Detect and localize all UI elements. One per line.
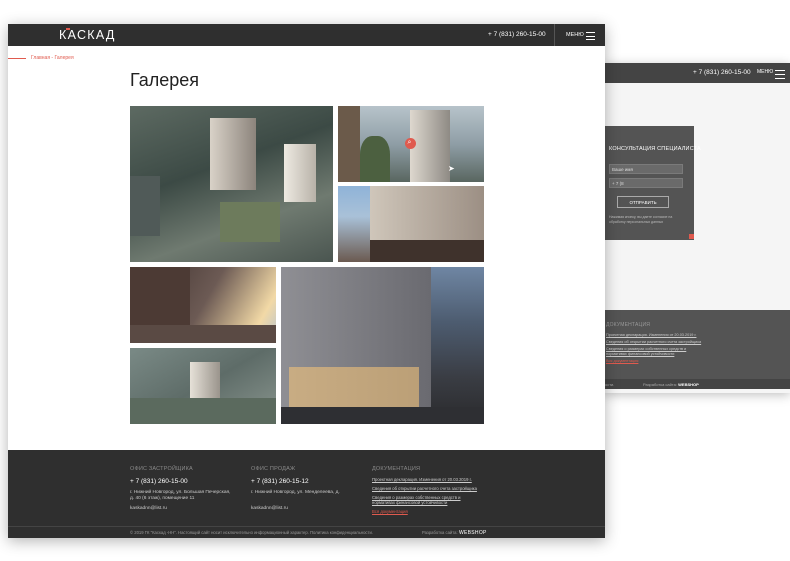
search-icon: ⌕ bbox=[407, 139, 412, 146]
background-page-mock: + 7 (831) 260-15-00 МЕНЮ КОНСУЛЬТАЦИЯ СП… bbox=[603, 63, 790, 393]
footer-docs-title: ДОКУМЕНТАЦИЯ bbox=[372, 466, 421, 472]
gallery-photo-aerial[interactable] bbox=[130, 106, 333, 262]
street-shape bbox=[281, 407, 484, 424]
gallery-photo-district[interactable] bbox=[130, 348, 276, 424]
footer-office-dev-email[interactable]: kaskadnn@list.ru bbox=[130, 506, 167, 511]
footer-office-sales-phone[interactable]: + 7 (831) 260-15-12 bbox=[251, 478, 309, 485]
footer-office-dev-title: ОФИС ЗАСТРОЙЩИКА bbox=[130, 466, 193, 472]
back-doc-link[interactable]: Сведения о размерах собственных средств … bbox=[606, 347, 686, 351]
building-shape bbox=[338, 106, 360, 182]
page-title: Галерея bbox=[130, 70, 200, 90]
phone-input[interactable]: + 7 (8 bbox=[609, 178, 683, 188]
header-divider bbox=[554, 24, 555, 46]
burger-icon[interactable] bbox=[586, 32, 595, 40]
back-all-docs-link[interactable]: Вся документация bbox=[606, 359, 638, 363]
back-menu-label[interactable]: МЕНЮ bbox=[757, 69, 773, 75]
gallery-photo-terrace[interactable] bbox=[130, 267, 276, 343]
back-docs-title: ДОКУМЕНТАЦИЯ bbox=[606, 322, 651, 328]
tree-shape bbox=[360, 136, 390, 182]
footer-office-dev-phone[interactable]: + 7 (831) 260-15-00 bbox=[130, 478, 188, 485]
breadcrumb[interactable]: Главная - Галерея bbox=[31, 55, 74, 61]
ground-shape bbox=[130, 398, 276, 424]
back-docs-section: ДОКУМЕНТАЦИЯ Проектная декларация. Измен… bbox=[603, 310, 790, 380]
tower-shape bbox=[410, 110, 450, 182]
logo-accent-mark bbox=[66, 28, 70, 30]
breadcrumb-accent-line bbox=[8, 58, 26, 59]
building-shape bbox=[130, 176, 160, 236]
footer-office-sales-email[interactable]: kaskadnn@list.ru bbox=[251, 506, 288, 511]
footer-doc-link[interactable]: Сведения об открытии расчетного счета за… bbox=[372, 486, 477, 491]
back-bottom-bar: ости. Разработка сайта: WEBSHOP bbox=[603, 379, 790, 389]
dev-credit-link[interactable]: WEBSHOP bbox=[459, 530, 487, 536]
gallery-photo-facade[interactable] bbox=[338, 186, 484, 262]
footer-doc-link[interactable]: нормативах финансовой устойчивости bbox=[372, 500, 447, 505]
back-burger-icon[interactable] bbox=[775, 70, 785, 79]
back-doc-link[interactable]: Проектная декларация. Изменения от 20.03… bbox=[606, 333, 696, 337]
ground-floor-shape bbox=[370, 240, 484, 262]
footer-office-sales-address: г. Нижний Новгород, ул. Менделеева, д. bbox=[251, 490, 340, 495]
footer-office-sales-title: ОФИС ПРОДАЖ bbox=[251, 466, 296, 472]
terrace-floor-shape bbox=[130, 325, 276, 343]
facade-shape bbox=[370, 186, 484, 248]
mouse-cursor-icon: ➤ bbox=[448, 164, 455, 173]
lit-windows-shape bbox=[289, 367, 419, 407]
back-dev-credit: Разработка сайта: WEBSHOP bbox=[643, 381, 699, 387]
consultation-form: КОНСУЛЬТАЦИЯ СПЕЦИАЛИСТА Ваше имя + 7 (8… bbox=[603, 126, 701, 240]
back-bottom-text: ости. bbox=[605, 381, 615, 387]
back-header: + 7 (831) 260-15-00 МЕНЮ bbox=[603, 63, 790, 83]
back-doc-link[interactable]: Сведения об открытии расчетного счета за… bbox=[606, 340, 701, 344]
menu-button[interactable]: МЕНЮ bbox=[566, 32, 584, 38]
submit-button[interactable]: ОТПРАВИТЬ bbox=[617, 196, 669, 208]
dev-credit-label: Разработка сайта: bbox=[422, 530, 458, 535]
courtyard-shape bbox=[220, 202, 280, 242]
tower-shape bbox=[210, 118, 256, 190]
site-header: КАСКАД + 7 (831) 260-15-00 МЕНЮ bbox=[8, 24, 605, 46]
back-phone-link[interactable]: + 7 (831) 260-15-00 bbox=[693, 69, 751, 76]
building-shape bbox=[130, 267, 190, 325]
footer-doc-link[interactable]: Проектная декларация. Изменения от 20.03… bbox=[372, 477, 472, 482]
name-input[interactable]: Ваше имя bbox=[609, 164, 683, 174]
consent-note: Нажимая кнопку, вы даете согласие на обр… bbox=[609, 215, 673, 224]
footer-all-docs-link[interactable]: Вся документация bbox=[372, 509, 408, 514]
gallery-photo-street-night[interactable] bbox=[281, 267, 484, 424]
footer-divider bbox=[8, 526, 605, 527]
scroll-up-icon[interactable] bbox=[689, 234, 694, 239]
site-footer: ОФИС ЗАСТРОЙЩИКА + 7 (831) 260-15-00 г. … bbox=[8, 450, 605, 538]
footer-office-dev-address: д. 40 (6 этаж), помещение 11 bbox=[130, 496, 195, 501]
gallery-page: КАСКАД + 7 (831) 260-15-00 МЕНЮ Главная … bbox=[8, 24, 605, 538]
tower-shape bbox=[284, 144, 316, 202]
copyright: © 2019 ГК "Каскад -НН". Настоящий сайт н… bbox=[130, 530, 373, 535]
logo[interactable]: КАСКАД bbox=[59, 28, 116, 42]
back-doc-link[interactable]: нормативах финансовой устойчивости bbox=[606, 352, 674, 356]
consultation-title: КОНСУЛЬТАЦИЯ СПЕЦИАЛИСТА bbox=[609, 146, 701, 152]
header-phone-link[interactable]: + 7 (831) 260-15-00 bbox=[488, 31, 546, 38]
